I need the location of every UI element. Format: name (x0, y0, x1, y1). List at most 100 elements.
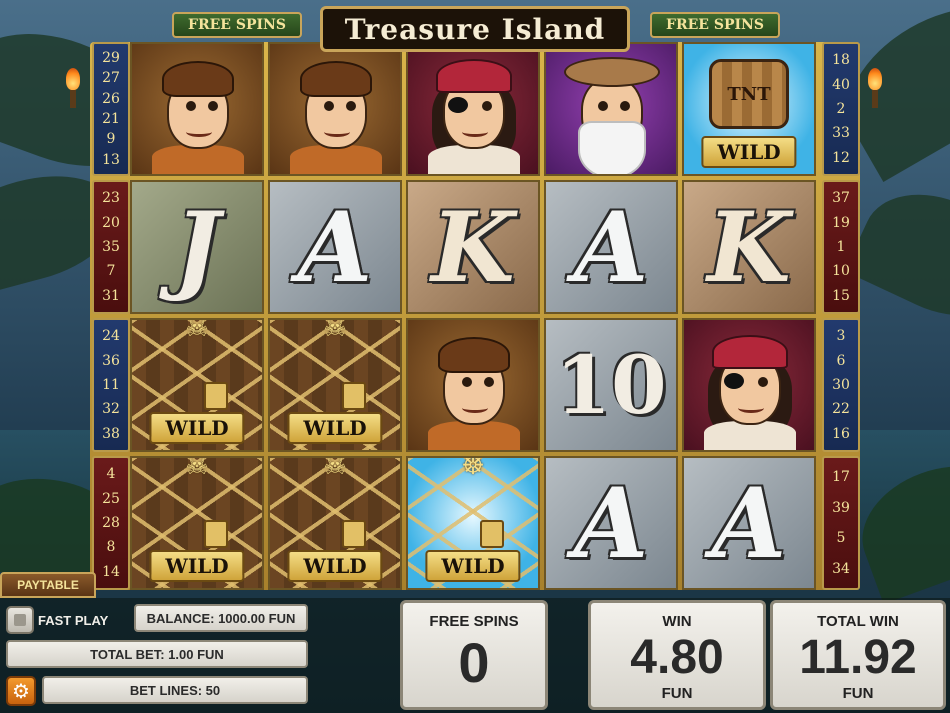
payline-number: 29 (102, 50, 120, 67)
skull-icon: ☠ (323, 456, 347, 480)
total-win-display: TOTAL WIN 11.92 FUN (770, 600, 946, 710)
paytable-button[interactable]: PAYTABLE (0, 572, 96, 598)
payline-number: 28 (102, 514, 120, 531)
payline-number: 23 (102, 190, 120, 207)
payline-number: 5 (836, 530, 846, 547)
padlock-icon (480, 520, 504, 548)
reel-symbol-pirate-woman (682, 318, 816, 452)
pirate-woman-icon (694, 325, 804, 450)
payline-number: 38 (102, 425, 120, 442)
padlock-icon (342, 520, 366, 548)
balance-display: BALANCE: 1000.00 FUN (134, 604, 308, 632)
reel-symbol-boy-face (130, 42, 264, 176)
payline-group: 3 6 30 22 16 (822, 318, 860, 452)
reel-grid: J ☠ WILD ☠ WILD A ☠ WILD ☠ WILD K ☸ WILD A 10 A TNT WILD K… (130, 42, 820, 590)
padlock-icon (204, 520, 228, 548)
payline-group: 17 39 5 34 (822, 456, 860, 590)
wild-label: WILD (701, 136, 797, 168)
reel-symbol-old-man (544, 42, 678, 176)
bet-lines-button[interactable]: BET LINES: 50 (42, 676, 308, 704)
symbol-letter: J (174, 190, 220, 304)
reel-symbol-tnt-barrel-wild: TNT WILD (682, 42, 816, 176)
total-win-label: TOTAL WIN (817, 613, 899, 630)
reel-symbol-chained-wild-ship: ☸ WILD (406, 456, 540, 590)
reel-symbol-a: A (544, 456, 678, 590)
payline-group: 37 19 1 10 15 (822, 180, 860, 314)
symbol-letter: A (573, 466, 649, 580)
boy-face-icon (280, 49, 390, 174)
payline-number: 1 (836, 238, 846, 255)
reel-symbol-k: K (406, 180, 540, 314)
wild-label: WILD (425, 550, 521, 582)
boy-face-icon (142, 49, 252, 174)
payline-number: 3 (836, 328, 846, 345)
padlock-icon (342, 382, 366, 410)
payline-number: 16 (832, 425, 850, 442)
payline-number: 21 (102, 111, 120, 128)
payline-number: 22 (832, 401, 850, 418)
payline-number: 6 (836, 352, 846, 369)
payline-number: 11 (102, 376, 120, 393)
palm-leaf (844, 171, 950, 339)
reel-symbol-chained-wild: ☠ WILD (268, 318, 402, 452)
fast-play-checkbox[interactable] (6, 606, 34, 634)
free-spins-value: 0 (458, 631, 490, 694)
pirate-woman-icon (418, 49, 528, 174)
payline-number: 36 (102, 352, 120, 369)
payline-number: 13 (102, 151, 120, 168)
wild-label: WILD (287, 550, 383, 582)
torch-right-icon (868, 68, 882, 108)
settings-gear-icon[interactable]: ⚙ (6, 676, 36, 706)
boy-face-icon (418, 325, 528, 450)
reel-symbol-chained-wild: ☠ WILD (130, 318, 264, 452)
payline-number: 4 (106, 466, 116, 483)
torch-left-icon (66, 68, 80, 108)
reel-symbol-a: A (268, 180, 402, 314)
symbol-letter: K (431, 190, 515, 304)
symbol-letter: A (711, 466, 787, 580)
payline-number: 9 (106, 131, 116, 148)
wild-label: WILD (149, 550, 245, 582)
payline-number: 32 (102, 401, 120, 418)
reel-symbol-boy-face (268, 42, 402, 176)
old-man-icon (556, 49, 666, 174)
total-win-unit: FUN (842, 684, 874, 702)
reel-symbol-j: J (130, 180, 264, 314)
payline-number: 31 (102, 287, 120, 304)
payline-number: 2 (836, 100, 846, 117)
payline-number: 40 (832, 76, 850, 93)
wild-label: WILD (149, 412, 245, 444)
skull-icon: ☠ (185, 318, 209, 342)
payline-number: 30 (832, 376, 850, 393)
win-display: WIN 4.80 FUN (588, 600, 766, 710)
payline-group: 4 25 28 8 14 (92, 456, 130, 590)
reel-symbol-chained-wild: ☠ WILD (130, 456, 264, 590)
padlock-icon (204, 382, 228, 410)
payline-number: 10 (832, 263, 850, 280)
symbol-letter: A (297, 190, 373, 304)
payline-number: 14 (102, 563, 120, 580)
skull-icon: ☠ (185, 456, 209, 480)
total-win-value: 11.92 (799, 631, 917, 684)
payline-number: 19 (832, 214, 850, 231)
total-bet-button[interactable]: TOTAL BET: 1.00 FUN (6, 640, 308, 668)
payline-group: 23 20 35 7 31 (92, 180, 130, 314)
payline-number: 39 (832, 499, 850, 516)
reel-symbol-chained-wild: ☠ WILD (268, 456, 402, 590)
free-spins-counter: FREE SPINS 0 (400, 600, 548, 710)
payline-number: 35 (102, 238, 120, 255)
payline-number: 25 (102, 490, 120, 507)
payline-number: 37 (832, 190, 850, 207)
symbol-ten: 10 (555, 338, 667, 432)
reel-symbol-a: A (682, 456, 816, 590)
payline-number: 15 (832, 287, 850, 304)
payline-number: 27 (102, 70, 120, 87)
free-spins-banner-left: FREE SPINS (172, 12, 302, 38)
payline-number: 26 (102, 90, 120, 107)
payline-number: 17 (832, 469, 850, 486)
payline-number: 34 (832, 560, 850, 577)
fast-play-label[interactable]: FAST PLAY (38, 606, 122, 634)
game-title-banner: Treasure Island (320, 6, 630, 52)
win-value: 4.80 (630, 631, 724, 684)
payline-number: 24 (102, 328, 120, 345)
